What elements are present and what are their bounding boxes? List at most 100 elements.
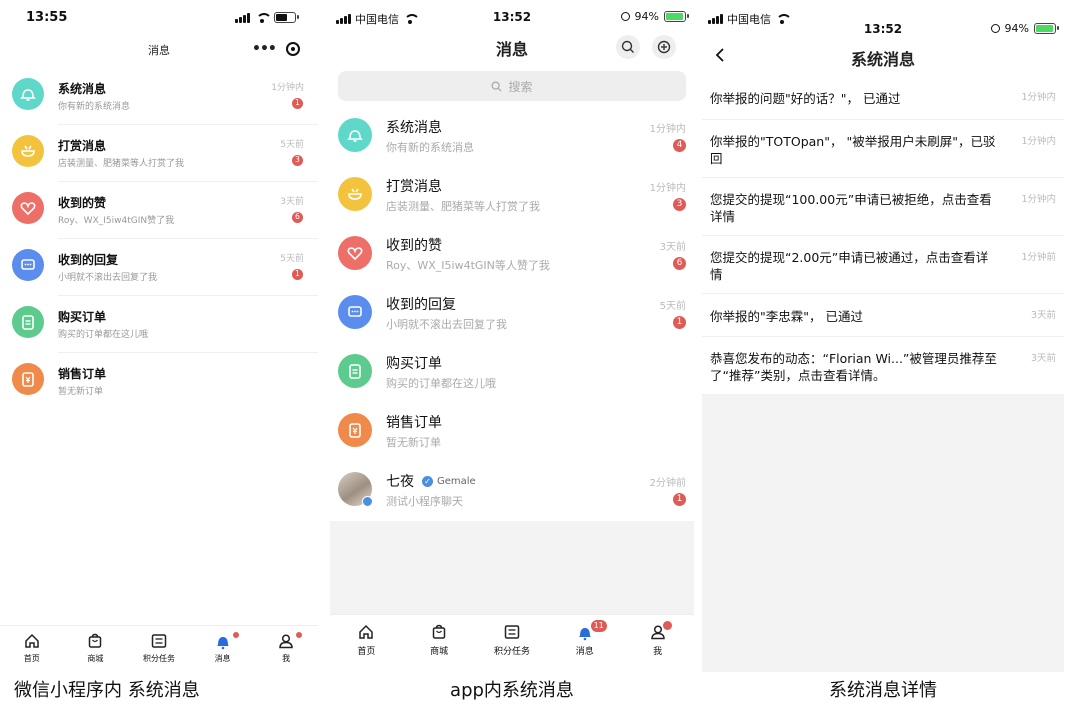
add-button[interactable]: [652, 35, 676, 59]
clipboard-icon: [12, 306, 44, 338]
system-message-item[interactable]: 你举报的问题"好的话？"， 已通过 1分钟内: [702, 76, 1064, 120]
system-message-item[interactable]: 您提交的提现“2.00元”申请已被通过，点击查看详情 1分钟前: [702, 236, 1064, 294]
tab-user[interactable]: 我: [256, 632, 316, 672]
message-text: 您提交的提现“100.00元”申请已被拒绝，点击查看详情: [710, 192, 992, 224]
system-message-item[interactable]: 恭喜您发布的动态：“Florian Wi...”被管理员推荐至了“推荐”类别，点…: [702, 337, 1064, 395]
heart-icon: [12, 192, 44, 224]
orientation-lock-icon: [620, 12, 630, 21]
red-dot-indicator: [662, 621, 672, 630]
mini-program-capsule[interactable]: •••: [248, 38, 304, 60]
reward-bowl-icon: [12, 135, 44, 167]
status-bar: 中国电信 13:52 94%: [702, 0, 1064, 36]
list-item[interactable]: 系统消息你有新的系统消息 1分钟内 4: [330, 108, 694, 167]
item-time: 1分钟内: [271, 83, 304, 93]
tab-label: 商城: [430, 647, 449, 657]
verified-badge: ✓ Gemale: [422, 476, 476, 487]
tab-home[interactable]: 首页: [336, 623, 396, 672]
item-title: 购买订单: [58, 310, 107, 324]
yuan-receipt-icon: [12, 363, 44, 395]
wifi-icon: [255, 12, 272, 23]
verified-dot-icon: [362, 496, 373, 507]
status-bar: 中国电信 13:52 94%: [330, 0, 694, 34]
tab-bell-filled[interactable]: 消息 11: [555, 620, 615, 672]
item-title: 系统消息: [58, 82, 107, 96]
close-target-icon[interactable]: [286, 42, 300, 56]
task-list-icon: [151, 634, 167, 648]
tab-bar: 首页 商城 积分任务 消息 11 我: [330, 614, 694, 672]
tab-shop-bag[interactable]: 商城: [65, 632, 125, 672]
item-time: 2分钟前: [649, 478, 686, 489]
item-time: 1分钟内: [649, 124, 686, 135]
list-item[interactable]: 收到的回复 小明就不滚出去回复了我 5天前 1: [330, 285, 694, 344]
list-item[interactable]: 购买订单购买的订单都在这儿哦: [0, 296, 318, 353]
system-message-item[interactable]: 你举报的"李忠霖"， 已通过 3天前: [702, 294, 1064, 337]
user-avatar[interactable]: [338, 472, 373, 507]
message-text: 您提交的提现“2.00元”申请已被通过，点击查看详情: [710, 250, 989, 282]
tab-label: 我: [282, 654, 291, 663]
item-subtitle: 购买的订单都在这儿哦: [58, 330, 149, 340]
chat-search-button[interactable]: [616, 35, 640, 59]
item-subtitle: 店装测量、肥猪菜等人打赏了我: [58, 159, 185, 169]
message-time: 3天前: [1030, 310, 1056, 321]
home-icon: [359, 624, 374, 639]
clipboard-icon: [338, 354, 372, 388]
list-item[interactable]: 收到的赞 Roy、WX_I5iw4tGIN赞了我 3天前 6: [0, 182, 318, 239]
item-subtitle: Roy、WX_I5iw4tGIN赞了我: [58, 216, 175, 226]
list-item[interactable]: 收到的赞 Roy、WX_I5iw4tGIN等人赞了我 3天前 6: [330, 226, 694, 285]
app-panel: 中国电信 13:52 94% 消息 搜索 系统消息你有新的系统消息 1分钟内 4 打赏…: [330, 0, 694, 672]
search-bar[interactable]: 搜索: [338, 71, 686, 101]
tab-label: 首页: [357, 647, 376, 657]
unread-badge: 1: [291, 97, 304, 110]
caption-mini-program: 微信小程序内 系统消息: [14, 680, 200, 701]
list-item[interactable]: 打赏消息 店装测量、肥猪菜等人打赏了我 1分钟内 3: [330, 167, 694, 226]
tab-user[interactable]: 我: [628, 621, 688, 672]
message-text: 你举报的"李忠霖"， 已通过: [710, 309, 863, 324]
message-time: 1分钟内: [1021, 136, 1056, 147]
yuan-receipt-icon: [338, 413, 372, 447]
list-item[interactable]: 销售订单 暂无新订单: [330, 403, 694, 462]
system-message-item[interactable]: 你举报的"TOTOpan"， "被举报用户未刷屏"，已驳回 1分钟内: [702, 120, 1064, 178]
battery-icon: [1034, 23, 1059, 34]
tab-home[interactable]: 首页: [2, 632, 62, 672]
battery-icon: [274, 12, 299, 23]
bell-filled-icon: [216, 637, 229, 650]
item-title: 七夜 ✓ Gemale: [386, 474, 476, 490]
red-dot-indicator: [232, 632, 239, 638]
item-subtitle: Roy、WX_I5iw4tGIN等人赞了我: [386, 259, 550, 272]
tab-shop-bag[interactable]: 商城: [409, 623, 469, 672]
tab-label: 我: [653, 647, 663, 657]
item-subtitle: 暂无新订单: [58, 387, 104, 397]
tab-bell-filled[interactable]: 消息: [193, 632, 253, 672]
list-item[interactable]: 收到的回复 小明就不滚出去回复了我 5天前 1: [0, 239, 318, 296]
message-text: 恭喜您发布的动态：“Florian Wi...”被管理员推荐至了“推荐”类别，点…: [710, 351, 997, 383]
mini-program-panel: 13:55 消息 ••• 系统消息你有新的系统消息 1分钟内 1 打赏消息 店装测量、肥…: [0, 0, 318, 672]
more-dots-icon[interactable]: •••: [252, 41, 277, 57]
system-message-item[interactable]: 您提交的提现“100.00元”申请已被拒绝，点击查看详情 1分钟内: [702, 178, 1064, 236]
item-subtitle: 测试小程序聊天: [386, 495, 463, 508]
red-dot-indicator: [296, 632, 303, 638]
item-title: 收到的赞: [386, 238, 442, 254]
item-subtitle: 你有新的系统消息: [58, 102, 131, 112]
message-time: 1分钟内: [1021, 194, 1056, 205]
item-title: 系统消息: [386, 120, 442, 136]
list-item[interactable]: 七夜 ✓ Gemale 测试小程序聊天 2分钟前 1: [330, 462, 694, 521]
list-item[interactable]: 购买订单 购买的订单都在这儿哦: [330, 344, 694, 403]
list-item[interactable]: 系统消息你有新的系统消息 1分钟内 1: [0, 68, 318, 125]
item-subtitle: 你有新的系统消息: [386, 141, 474, 154]
unread-badge: 4: [673, 139, 686, 152]
status-bar: 13:55: [0, 0, 318, 34]
reward-bowl-icon: [338, 177, 372, 211]
unread-badge: 3: [291, 154, 304, 167]
list-item[interactable]: 打赏消息 店装测量、肥猪菜等人打赏了我 5天前 3: [0, 125, 318, 182]
tab-task-list[interactable]: 积分任务: [129, 632, 189, 672]
heart-icon: [338, 236, 372, 270]
chat-search-icon: [621, 40, 634, 53]
list-item[interactable]: 销售订单 暂无新订单: [0, 353, 318, 410]
chat-bubble-icon: [12, 249, 44, 281]
tab-label: 商城: [87, 654, 104, 663]
verified-check-icon: ✓: [422, 476, 433, 487]
tab-task-list[interactable]: 积分任务: [482, 623, 542, 672]
user-icon: [279, 634, 293, 649]
caption-app: app内系统消息: [450, 680, 574, 701]
tab-label: 消息: [575, 647, 594, 657]
